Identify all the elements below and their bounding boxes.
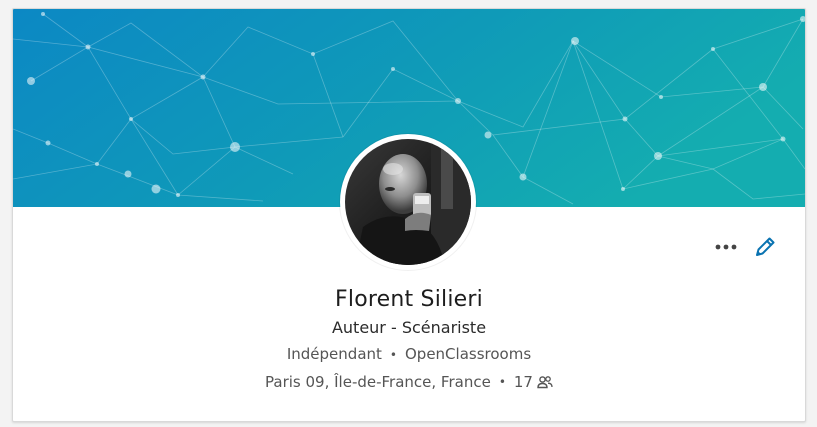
people-icon xyxy=(537,374,553,390)
school-link[interactable]: OpenClassrooms xyxy=(405,345,531,363)
connections-count: 17 xyxy=(513,373,533,391)
profile-card: Florent Silieri Auteur - Scénariste Indé… xyxy=(12,8,806,422)
pencil-icon xyxy=(756,237,775,256)
avatar[interactable] xyxy=(345,139,471,265)
separator-dot: • xyxy=(498,375,506,389)
profile-headline: Auteur - Scénariste xyxy=(331,318,487,337)
profile-name: Florent Silieri xyxy=(335,287,483,312)
connections-link[interactable]: 17 xyxy=(514,371,553,393)
profile-location: Paris 09, Île-de-France, France xyxy=(265,373,491,391)
profile-photo xyxy=(345,139,471,265)
avatar-frame[interactable] xyxy=(340,134,476,270)
separator-dot: • xyxy=(389,348,397,362)
edit-profile-button[interactable] xyxy=(753,235,777,259)
location-line: Paris 09, Île-de-France, France • 17 xyxy=(13,371,805,393)
profile-summary: Florent Silieri Auteur - Scénariste Indé… xyxy=(13,285,805,393)
company-school-line: Indépendant • OpenClassrooms xyxy=(13,343,805,366)
more-actions-button[interactable] xyxy=(713,237,739,257)
current-company-link[interactable]: Indépendant xyxy=(287,345,382,363)
more-horizontal-icon xyxy=(715,244,737,250)
